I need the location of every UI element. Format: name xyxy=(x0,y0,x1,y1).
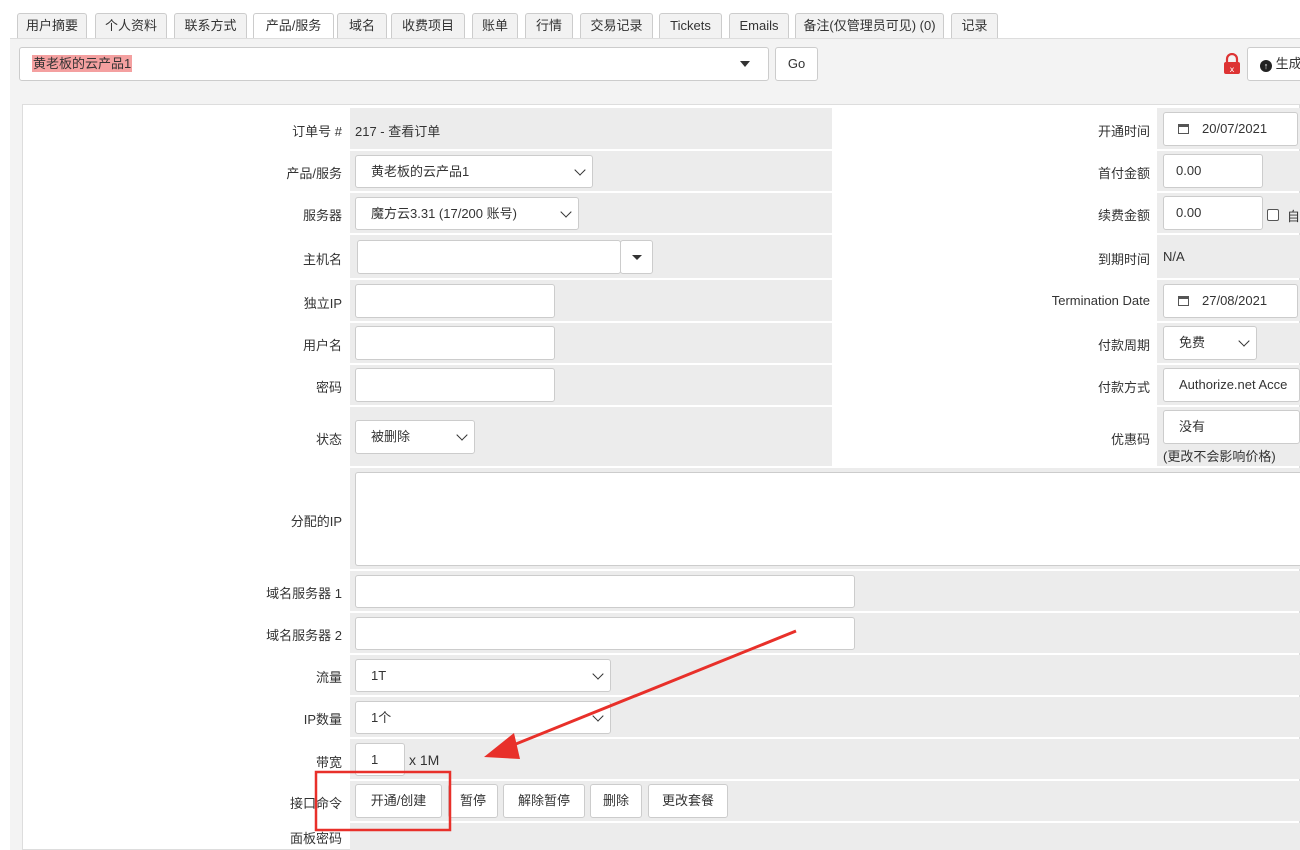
annotation-arrow-head xyxy=(484,733,520,759)
highlight-box xyxy=(314,770,452,832)
annotation-overlay xyxy=(314,629,797,832)
annotation-arrow-shaft xyxy=(505,629,797,750)
